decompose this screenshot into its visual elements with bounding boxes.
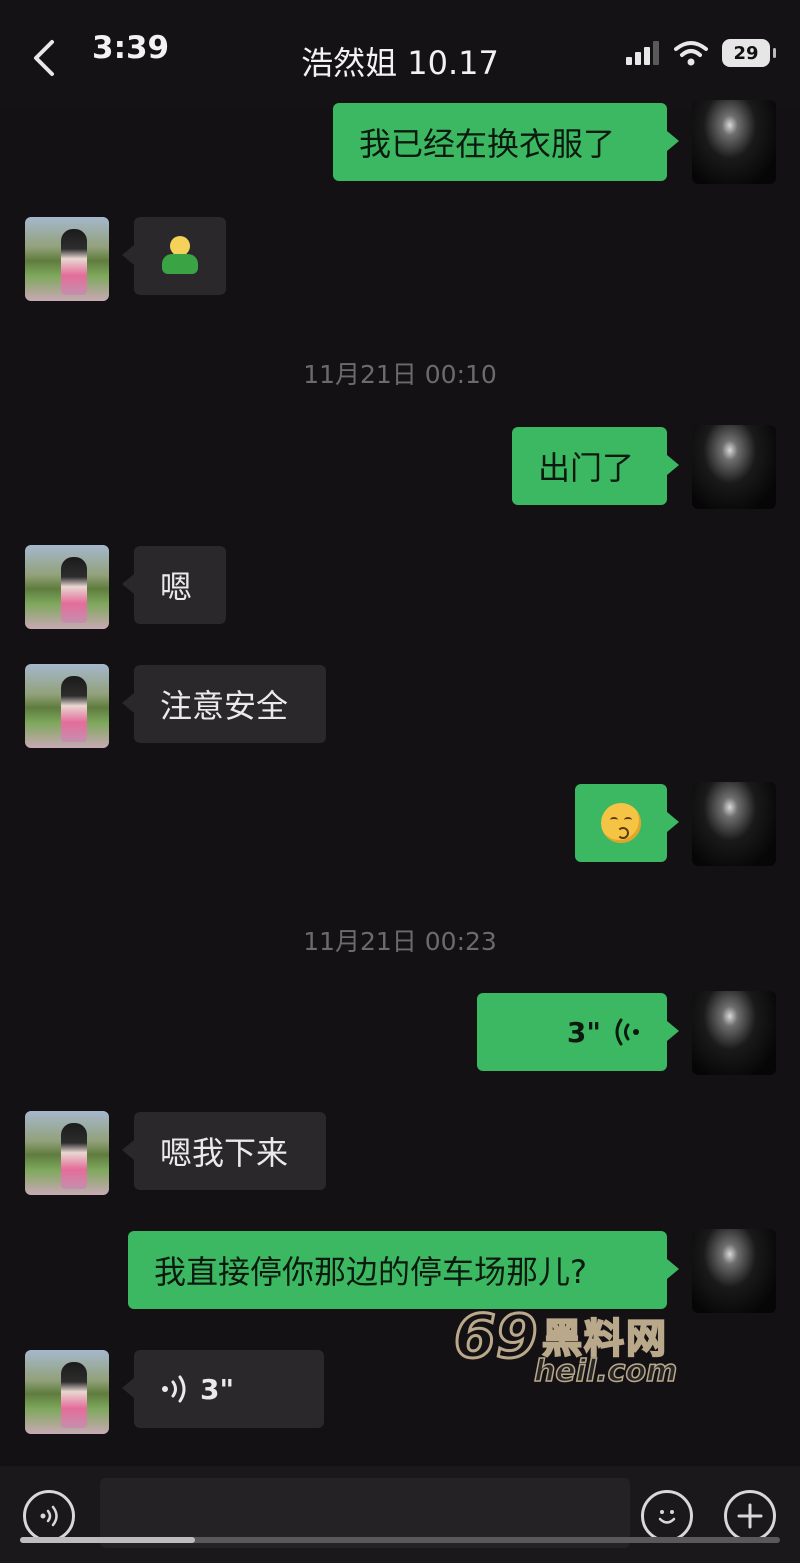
signal-icon	[626, 41, 659, 65]
voice-input-button[interactable]	[23, 1490, 75, 1542]
voice-message-outgoing[interactable]: 3"	[477, 993, 679, 1071]
voice-duration: 3"	[200, 1372, 235, 1406]
message-timestamp: 11月21日 00:10	[303, 360, 497, 389]
avatar-photo	[61, 1362, 87, 1428]
person-emoji-icon	[160, 236, 200, 276]
chat-header: 3:39 浩然姐 10.17 29	[0, 0, 800, 110]
avatar-photo	[61, 229, 87, 295]
message-bubble-incoming[interactable]: 嗯我下来	[122, 1112, 326, 1190]
message-bubble-outgoing[interactable]: 我直接停你那边的停车场那儿?	[128, 1231, 679, 1309]
emoji-button[interactable]	[641, 1490, 693, 1542]
battery-icon: 29	[722, 39, 776, 67]
avatar-photo	[61, 557, 87, 623]
message-bubble-incoming[interactable]: 注意安全	[122, 665, 326, 743]
contact-avatar[interactable]	[25, 1350, 109, 1434]
watermark-url: heil.com	[533, 1353, 678, 1390]
voice-message-incoming[interactable]: 3"	[122, 1350, 324, 1428]
message-bubble-incoming[interactable]	[122, 217, 226, 295]
my-avatar[interactable]	[692, 100, 776, 184]
voice-input-icon	[40, 1505, 58, 1527]
avatar-photo	[61, 676, 87, 742]
voice-waves-icon	[162, 1375, 186, 1403]
wifi-icon	[674, 41, 708, 66]
site-watermark: 69 黑料网 heil.com	[453, 1301, 724, 1392]
contact-avatar[interactable]	[25, 545, 109, 629]
emoji-icon	[658, 1510, 676, 1524]
contact-avatar[interactable]	[25, 664, 109, 748]
avatar-photo	[61, 1123, 87, 1189]
home-indicator-fill	[20, 1537, 195, 1543]
my-avatar[interactable]	[692, 425, 776, 509]
status-icons: 29	[626, 36, 776, 70]
contact-avatar[interactable]	[25, 217, 109, 301]
my-avatar[interactable]	[692, 782, 776, 866]
home-indicator[interactable]	[20, 1537, 780, 1543]
watermark-number: 69	[453, 1301, 539, 1374]
more-button[interactable]	[724, 1490, 776, 1542]
my-avatar[interactable]	[692, 991, 776, 1075]
message-bubble-outgoing[interactable]: 我已经在换衣服了	[333, 103, 679, 181]
contact-avatar[interactable]	[25, 1111, 109, 1195]
message-timestamp: 11月21日 00:23	[303, 927, 497, 956]
my-avatar[interactable]	[692, 1229, 776, 1313]
voice-waves-icon	[615, 1018, 639, 1046]
message-bubble-incoming[interactable]: 嗯	[122, 546, 226, 624]
voice-duration: 3"	[566, 1015, 601, 1049]
message-bubble-outgoing[interactable]	[575, 784, 679, 862]
input-bar	[0, 1466, 800, 1563]
kissing-face-emoji-icon	[601, 803, 641, 843]
message-bubble-outgoing[interactable]: 出门了	[512, 427, 679, 505]
plus-icon	[737, 1503, 763, 1529]
